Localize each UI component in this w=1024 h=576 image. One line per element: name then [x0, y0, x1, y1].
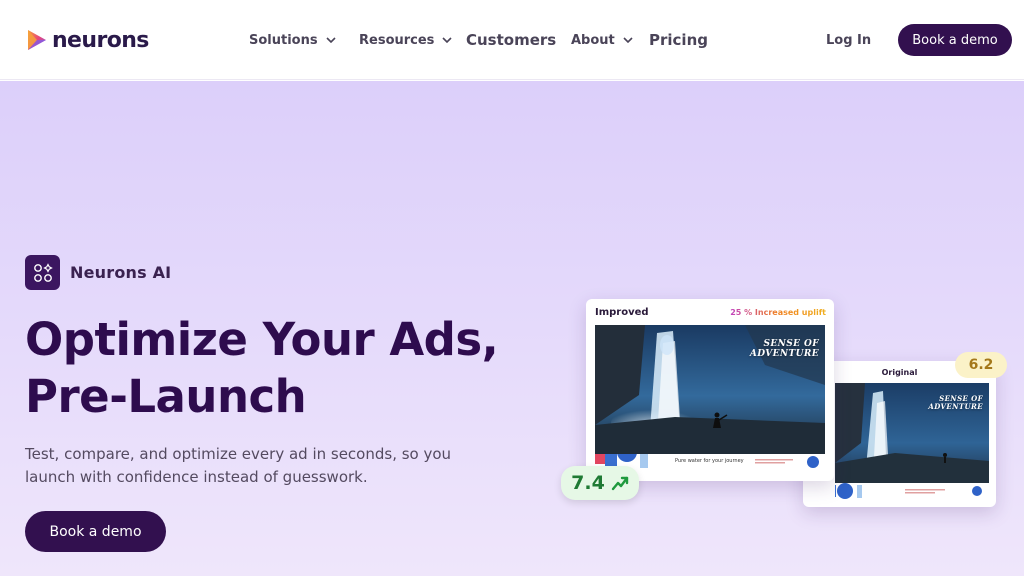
improved-ad-line-1: SENSE OF	[763, 339, 819, 349]
nav-about-label: About	[571, 32, 615, 48]
trend-up-icon	[611, 476, 629, 491]
original-ad-footer	[821, 483, 989, 499]
original-ad-headline: SENSE OF ADVENTURE	[923, 395, 983, 411]
ai-shapes-icon	[25, 255, 60, 290]
nav-solutions-label: Solutions	[249, 32, 318, 48]
improved-ad-image: SENSE OF ADVENTURE	[595, 325, 825, 454]
book-demo-hero-button[interactable]: Book a demo	[25, 511, 166, 552]
chevron-down-icon	[326, 37, 336, 43]
nav-resources[interactable]: Resources	[359, 28, 453, 52]
nav-solutions[interactable]: Solutions	[249, 28, 336, 52]
chevron-down-icon	[623, 37, 633, 43]
improved-ad-card: Improved 25 % Increased uplift SENSE OF …	[586, 299, 834, 481]
headline-line-1: Optimize Your Ads,	[25, 313, 499, 366]
nav-about[interactable]: About	[571, 28, 633, 52]
improved-score-badge: 7.4	[561, 466, 639, 500]
improved-ad-headline: SENSE OF ADVENTURE	[739, 339, 819, 359]
badge-label: Neurons AI	[70, 263, 172, 282]
hero-subtext: Test, compare, and optimize every ad in …	[25, 445, 452, 486]
login-link[interactable]: Log In	[826, 28, 871, 52]
ad-tagline: Pure water for your journey	[675, 458, 744, 464]
top-navbar: neurons Solutions Resources Customers Ab…	[0, 0, 1024, 80]
nav-pricing[interactable]: Pricing	[649, 28, 708, 52]
main-nav: Solutions Resources Customers About Pric…	[0, 28, 1024, 52]
nav-resources-label: Resources	[359, 32, 435, 48]
neurons-ai-badge: Neurons AI	[25, 255, 171, 290]
improved-card-title: Improved	[595, 307, 649, 318]
uplift-label: 25 % Increased uplift	[730, 308, 826, 317]
original-ad-line-2: ADVENTURE	[928, 402, 983, 411]
improved-score-value: 7.4	[571, 472, 605, 494]
original-score-badge: 6.2	[955, 352, 1007, 378]
improved-ad-line-2: ADVENTURE	[749, 349, 819, 359]
nav-customers[interactable]: Customers	[466, 28, 556, 52]
headline-line-2: Pre-Launch	[25, 370, 307, 423]
hero-headline: Optimize Your Ads, Pre-Launch	[25, 311, 545, 425]
original-ad-image: SENSE OF ADVENTURE	[835, 383, 989, 483]
chevron-down-icon	[442, 37, 453, 43]
hero-section: Neurons AI Optimize Your Ads, Pre-Launch…	[0, 81, 1024, 576]
book-demo-nav-button[interactable]: Book a demo	[898, 24, 1012, 56]
